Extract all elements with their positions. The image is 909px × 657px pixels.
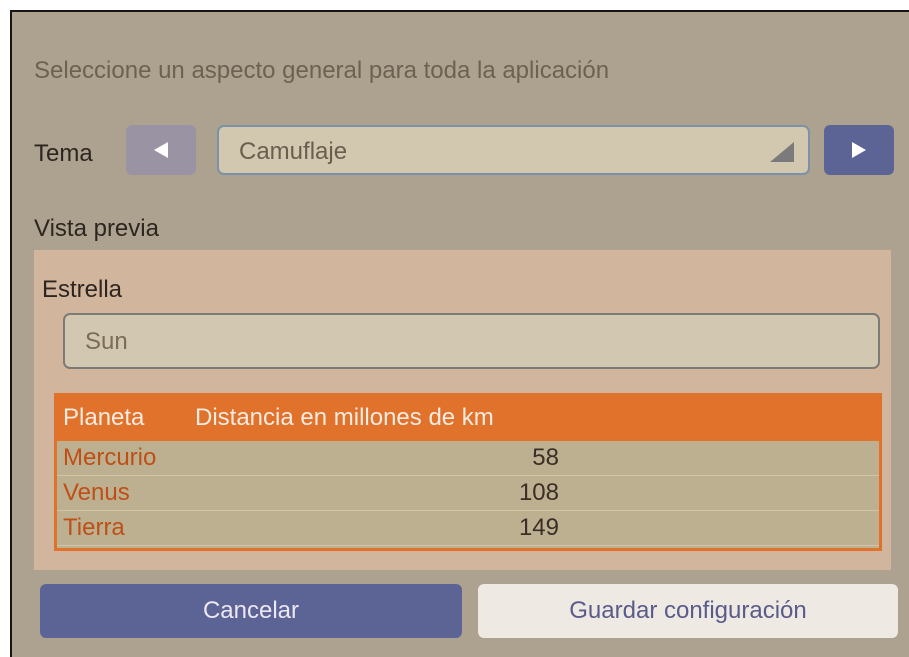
distance-cell: 108: [518, 479, 559, 506]
distance-cell: 149: [518, 514, 559, 541]
table-row[interactable]: Venus 108: [57, 476, 879, 511]
star-input[interactable]: Sun: [63, 313, 880, 369]
theme-label: Tema: [34, 140, 93, 167]
column-header-distance[interactable]: Distancia en millones de km: [195, 404, 494, 432]
cancel-button[interactable]: Cancelar: [40, 584, 462, 638]
cancel-button-label: Cancelar: [202, 597, 300, 624]
next-theme-button[interactable]: [824, 125, 894, 175]
planet-name-cell: Venus: [63, 479, 130, 506]
previous-theme-button[interactable]: [126, 125, 196, 175]
save-button-label: Guardar configuración: [569, 597, 807, 624]
preview-label: Vista previa: [34, 215, 159, 242]
table-row[interactable]: Mercurio 58: [57, 441, 879, 476]
theme-dropdown[interactable]: Camuflaje: [217, 125, 810, 175]
planet-table: Planeta Distancia en millones de km Merc…: [54, 393, 882, 551]
table-header: Planeta Distancia en millones de km: [57, 396, 879, 441]
star-label: Estrella: [42, 276, 123, 303]
table-row[interactable]: Tierra 149: [57, 511, 879, 546]
save-settings-button[interactable]: Guardar configuración: [478, 584, 898, 638]
theme-selected-value: Camuflaje: [239, 138, 348, 165]
distance-cell: 58: [532, 444, 559, 471]
column-header-planet[interactable]: Planeta: [63, 404, 144, 432]
preview-panel: Estrella Sun Planeta Distancia en millon…: [34, 250, 891, 570]
planet-name-cell: Mercurio: [63, 444, 157, 471]
triangle-left-icon: [154, 142, 168, 158]
dropdown-triangle-icon: [770, 142, 794, 162]
theme-settings-dialog: Seleccione un aspecto general para toda …: [10, 10, 909, 657]
dialog-subtitle: Seleccione un aspecto general para toda …: [34, 57, 610, 84]
triangle-right-icon: [852, 142, 866, 158]
star-input-value: Sun: [85, 328, 128, 355]
planet-name-cell: Tierra: [63, 514, 125, 541]
